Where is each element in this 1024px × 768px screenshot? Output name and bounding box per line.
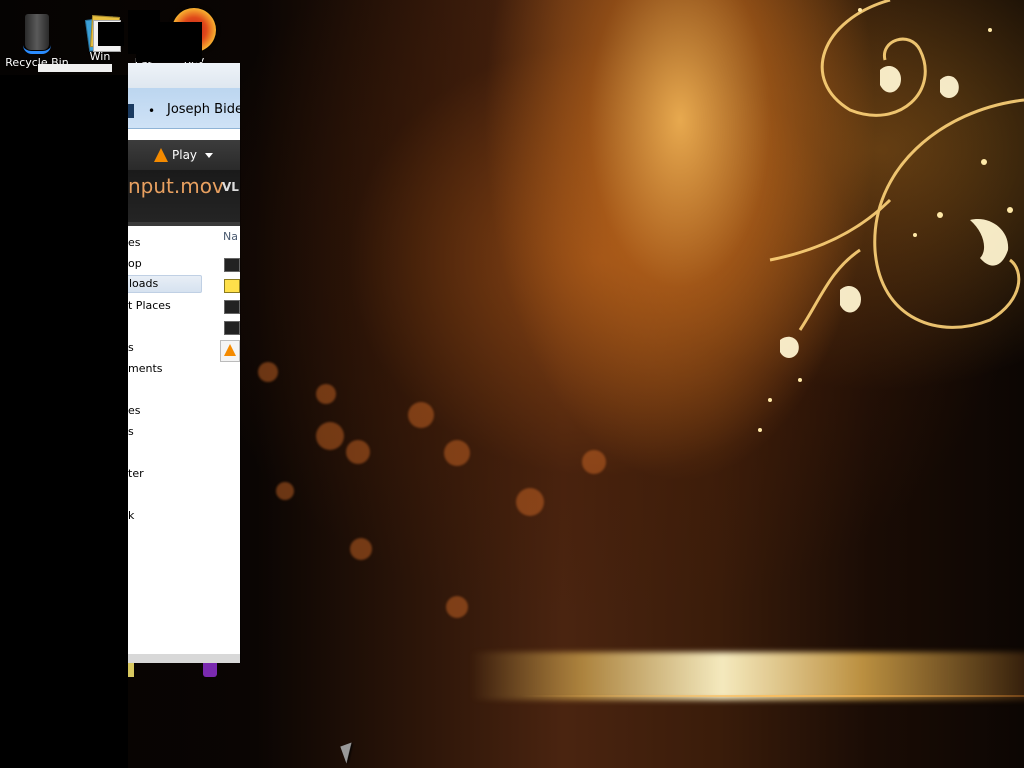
window-content: Na es op loads t Places s ments es s ter… xyxy=(128,226,240,654)
recycle-bin-icon xyxy=(21,10,53,54)
wallpaper-light-line xyxy=(520,695,1024,697)
render-artifact-block xyxy=(98,22,124,46)
nav-item[interactable]: s xyxy=(128,341,134,354)
file-name-title: nput.mov xyxy=(128,174,224,198)
preview-title-band: nput.mov VL xyxy=(128,170,240,226)
wallpaper-bokeh xyxy=(316,384,336,404)
wallpaper-bokeh xyxy=(516,488,544,516)
wallpaper-bokeh xyxy=(276,482,294,500)
command-toolbar: Play xyxy=(128,140,240,170)
nav-item-selected[interactable]: loads xyxy=(128,275,202,293)
nav-item[interactable]: s xyxy=(128,425,134,438)
render-artifact-block xyxy=(136,22,202,62)
partial-icon xyxy=(128,663,134,677)
wallpaper-bokeh xyxy=(582,450,606,474)
play-button[interactable]: Play xyxy=(154,146,214,164)
address-bar[interactable]: • Joseph Bide xyxy=(128,88,240,129)
nav-item[interactable]: op xyxy=(128,257,142,270)
window-bottom-edge xyxy=(128,654,240,663)
back-arrow-icon[interactable] xyxy=(128,104,134,118)
breadcrumb-separator: • xyxy=(148,104,156,118)
black-region xyxy=(0,75,128,768)
wallpaper-bokeh xyxy=(346,440,370,464)
file-list-icon[interactable] xyxy=(224,321,240,335)
wallpaper-swirl xyxy=(758,0,1024,432)
file-list-icon[interactable] xyxy=(224,258,240,272)
file-list-icon[interactable] xyxy=(224,300,240,314)
chevron-down-icon xyxy=(205,152,214,158)
unknown-file-icon[interactable] xyxy=(224,279,240,293)
nav-item[interactable]: es xyxy=(128,236,141,249)
render-artifact-strip xyxy=(38,64,112,72)
vlc-file-icon[interactable] xyxy=(220,340,240,362)
desktop: Recycle Bin Win Las Rev • Joseph Bide xyxy=(0,0,1024,768)
desktop-icon-recycle-bin[interactable]: Recycle Bin xyxy=(5,6,69,69)
wallpaper-bokeh xyxy=(316,422,344,450)
nav-item[interactable]: es xyxy=(128,404,141,417)
nav-item[interactable]: ments xyxy=(128,362,163,375)
nav-item[interactable]: ter xyxy=(128,467,144,480)
wallpaper-bokeh xyxy=(350,538,372,560)
breadcrumb-user[interactable]: Joseph Bide xyxy=(167,102,240,117)
nav-item[interactable]: t Places xyxy=(128,299,171,312)
wallpaper-bokeh xyxy=(446,596,468,618)
wallpaper-bokeh xyxy=(408,402,434,428)
wallpaper-light-streak xyxy=(470,652,1024,700)
app-tag: VL xyxy=(222,180,239,194)
partial-icon xyxy=(203,663,217,677)
play-button-label: Play xyxy=(172,148,198,162)
window-top-bar xyxy=(128,63,240,88)
explorer-window[interactable]: • Joseph Bide Play nput.mov VL Na es op … xyxy=(128,63,240,663)
nav-item[interactable]: k xyxy=(128,509,134,522)
wallpaper-bokeh xyxy=(258,362,278,382)
column-header-name[interactable]: Na xyxy=(223,230,238,243)
vlc-cone-icon xyxy=(154,148,168,162)
mouse-cursor-icon xyxy=(340,742,358,764)
wallpaper-bokeh xyxy=(444,440,470,466)
